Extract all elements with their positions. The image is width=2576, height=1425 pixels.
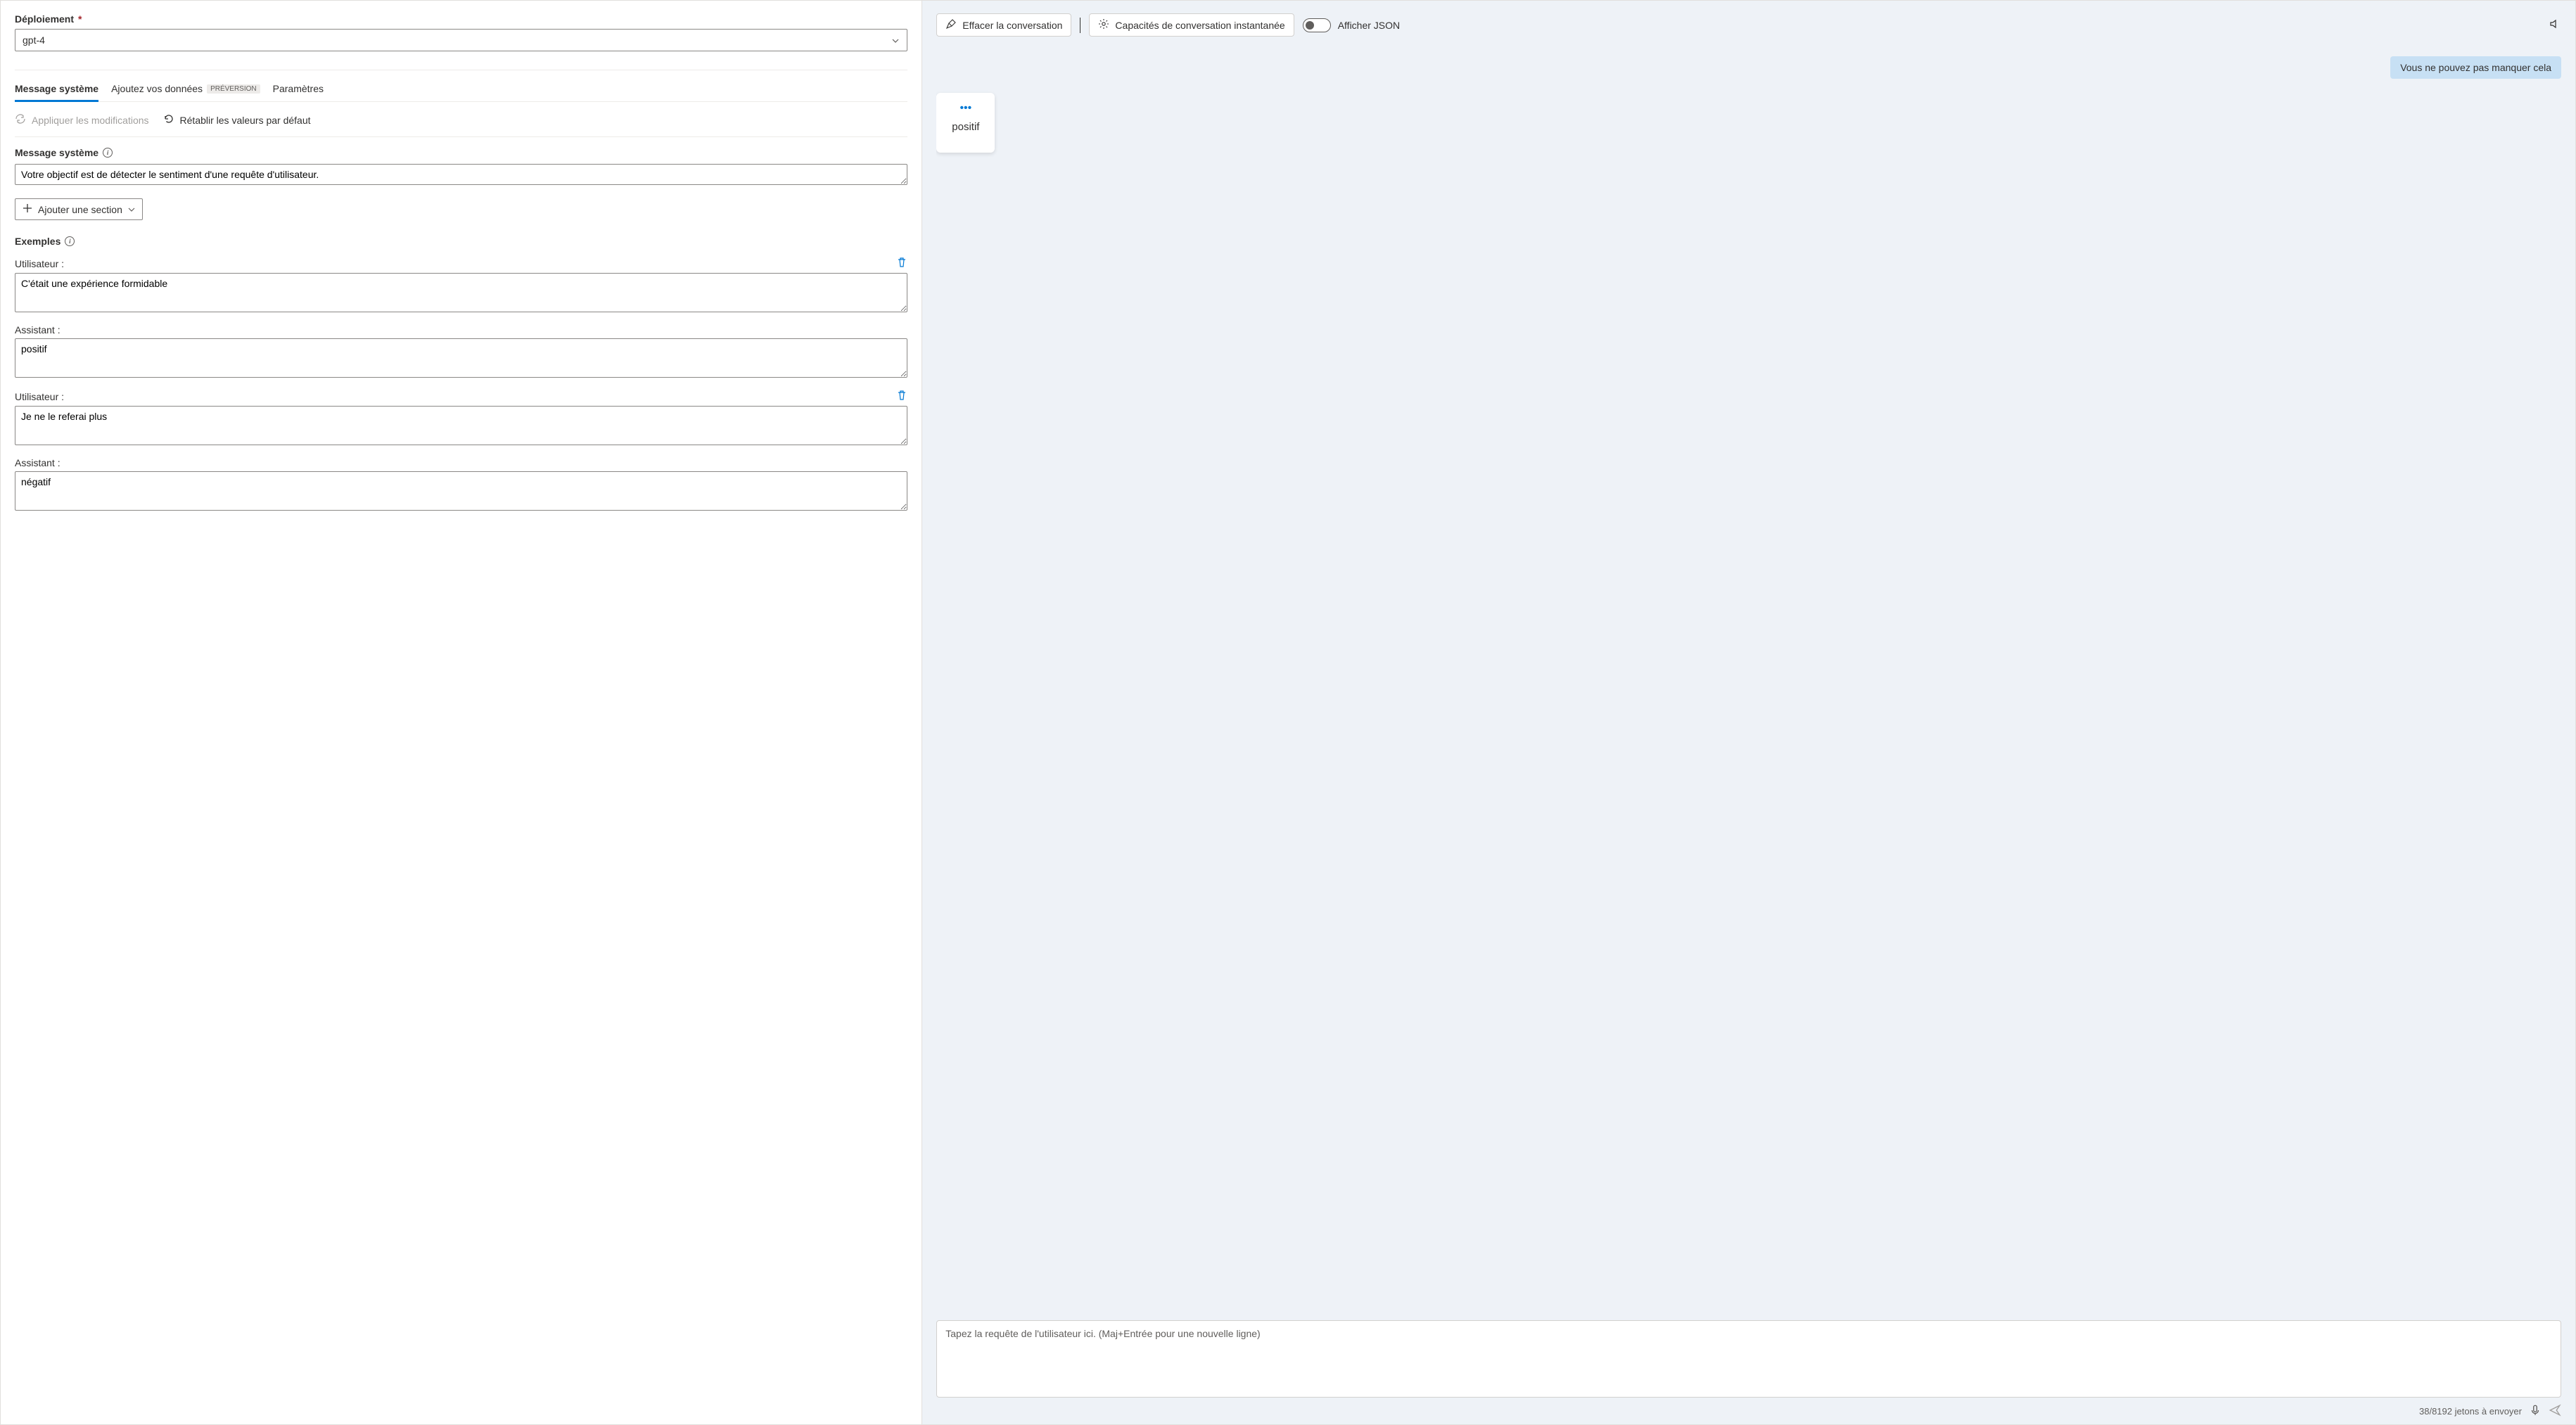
send-button[interactable] — [2549, 1404, 2561, 1419]
show-json-label: Afficher JSON — [1338, 20, 1400, 31]
apply-changes-button: Appliquer les modifications — [15, 113, 149, 127]
action-bar: Appliquer les modifications Rétablir les… — [15, 113, 907, 137]
chat-pane: Effacer la conversation Capacités de con… — [922, 1, 2575, 1424]
speaker-button[interactable] — [2549, 18, 2561, 32]
example-assistant-input[interactable] — [15, 471, 907, 511]
example-user-input[interactable] — [15, 273, 907, 312]
tab-parameters[interactable]: Paramètres — [273, 83, 324, 101]
reset-defaults-button[interactable]: Rétablir les valeurs par défaut — [163, 113, 311, 127]
token-status: 38/8192 jetons à envoyer — [2419, 1406, 2522, 1417]
deployment-label: Déploiement* — [15, 13, 907, 25]
toggle-thumb — [1306, 21, 1314, 30]
tab-system-message[interactable]: Message système — [15, 83, 98, 102]
config-pane: Déploiement* gpt-4 Message système Ajout… — [1, 1, 922, 1424]
required-asterisk: * — [78, 13, 82, 25]
user-message: Vous ne pouvez pas manquer cela — [2390, 56, 2561, 79]
chat-input[interactable] — [936, 1320, 2561, 1398]
info-icon[interactable]: i — [103, 148, 113, 158]
info-icon[interactable]: i — [65, 236, 75, 246]
deployment-select[interactable]: gpt-4 — [15, 29, 907, 51]
delete-example-button[interactable] — [896, 390, 907, 403]
toggle-track[interactable] — [1303, 18, 1331, 32]
tab-add-data[interactable]: Ajoutez vos données PRÉVERSION — [111, 83, 260, 101]
preview-badge: PRÉVERSION — [207, 84, 260, 94]
instant-capabilities-button[interactable]: Capacités de conversation instantanée — [1089, 13, 1294, 37]
clear-conversation-button[interactable]: Effacer la conversation — [936, 13, 1071, 37]
assistant-message-text: positif — [952, 121, 979, 133]
microphone-icon — [2529, 1408, 2542, 1419]
plus-icon — [23, 203, 32, 215]
chevron-down-icon — [128, 204, 135, 215]
chevron-down-icon — [891, 36, 900, 44]
microphone-button[interactable] — [2529, 1404, 2542, 1419]
system-message-label: Message système i — [15, 147, 907, 158]
more-icon[interactable]: ••• — [952, 103, 979, 114]
send-icon — [2549, 1408, 2561, 1419]
app-root: Déploiement* gpt-4 Message système Ajout… — [0, 0, 2576, 1425]
add-section-button[interactable]: Ajouter une section — [15, 198, 143, 220]
example-user-input[interactable] — [15, 406, 907, 445]
gear-icon — [1098, 18, 1109, 32]
example-user-label: Utilisateur : — [15, 257, 907, 270]
assistant-message-card: ••• positif — [936, 93, 995, 153]
sync-icon — [15, 113, 26, 127]
input-footer: 38/8192 jetons à envoyer — [936, 1404, 2561, 1419]
broom-icon — [945, 18, 957, 32]
example-assistant-input[interactable] — [15, 338, 907, 378]
input-area: 38/8192 jetons à envoyer — [936, 1320, 2561, 1419]
chat-area: Vous ne pouvez pas manquer cela ••• posi… — [936, 37, 2561, 1320]
deployment-value: gpt-4 — [23, 34, 45, 46]
speaker-icon — [2549, 22, 2561, 32]
delete-example-button[interactable] — [896, 257, 907, 270]
chat-toolbar: Effacer la conversation Capacités de con… — [936, 13, 2561, 37]
example-assistant-label: Assistant : — [15, 457, 907, 468]
config-tabs: Message système Ajoutez vos données PRÉV… — [15, 83, 907, 102]
show-json-toggle[interactable]: Afficher JSON — [1303, 18, 1400, 32]
system-message-input[interactable] — [15, 164, 907, 185]
revert-icon — [163, 113, 174, 127]
example-user-label: Utilisateur : — [15, 390, 907, 403]
example-assistant-label: Assistant : — [15, 324, 907, 336]
examples-label: Exemples i — [15, 236, 907, 247]
